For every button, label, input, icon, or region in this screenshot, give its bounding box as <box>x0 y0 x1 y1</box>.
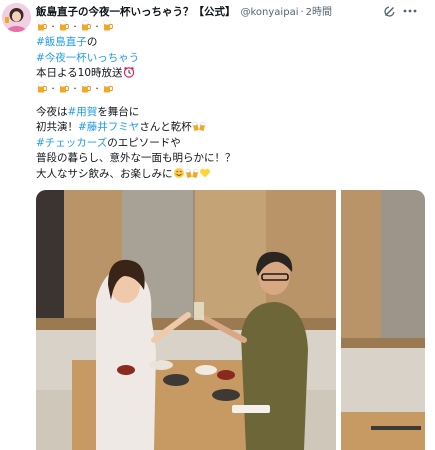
hashtag-band[interactable]: #チェッカーズ <box>36 137 107 149</box>
debut-suffix: さんと乾杯 <box>139 121 192 134</box>
hashtag-name[interactable]: #飯島直子 <box>36 36 87 48</box>
beer-icon <box>103 82 113 93</box>
closing-text: 大人なサシ飲み、お楽しみに <box>36 167 173 180</box>
beer-icon <box>37 20 47 31</box>
beer-row: · · · <box>36 20 427 35</box>
display-name[interactable]: 飯島直子の今夜一杯いっちゃう？【公式】 <box>36 6 236 18</box>
tweet-text: · · · #飯島直子の #今夜一杯いっちゃう 本日よる10時放送 · · · … <box>36 20 427 182</box>
line1-suffix: の <box>86 36 98 49</box>
media-grid <box>36 190 425 450</box>
hashtag-place[interactable]: #用賀 <box>68 106 98 118</box>
beer-icon <box>81 20 91 31</box>
beer-icon <box>103 20 113 31</box>
heart-icon <box>199 168 210 178</box>
more-icon[interactable] <box>402 3 418 19</box>
cheers-icon <box>191 122 206 132</box>
account-handle[interactable]: @konyaipai <box>241 7 299 18</box>
daily-life-text: 普段の暮らし、意外な一面も明らかに！？ <box>36 152 236 165</box>
beer-row: · · · <box>36 82 427 97</box>
episode-suffix: のエピソードや <box>107 136 181 149</box>
hashtag-guest[interactable]: #藤井フミヤ <box>78 121 139 133</box>
beer-icon <box>81 82 91 93</box>
separator: · <box>300 7 304 18</box>
beer-icon <box>59 20 69 31</box>
tonight-suffix: を舞台に <box>97 105 140 118</box>
debut-prefix: 初共演！ <box>36 121 78 134</box>
beer-icon <box>59 82 69 93</box>
clock-icon <box>123 67 134 78</box>
grok-icon[interactable] <box>381 3 397 19</box>
smile-icon <box>173 167 184 178</box>
photo-secondary[interactable] <box>341 190 425 450</box>
tonight-prefix: 今夜は <box>36 105 68 118</box>
cheers-icon <box>184 168 199 178</box>
broadcast-text: 本日よる10時放送 <box>36 67 123 80</box>
avatar[interactable] <box>2 3 31 32</box>
photo-main[interactable] <box>36 190 336 450</box>
hashtag-show[interactable]: #今夜一杯いっちゃう <box>36 52 139 64</box>
beer-icon <box>37 82 47 93</box>
timestamp[interactable]: 2時間 <box>306 7 332 18</box>
tweet-header: 飯島直子の今夜一杯いっちゃう？【公式】 @konyaipai · 2時間 <box>36 4 401 20</box>
